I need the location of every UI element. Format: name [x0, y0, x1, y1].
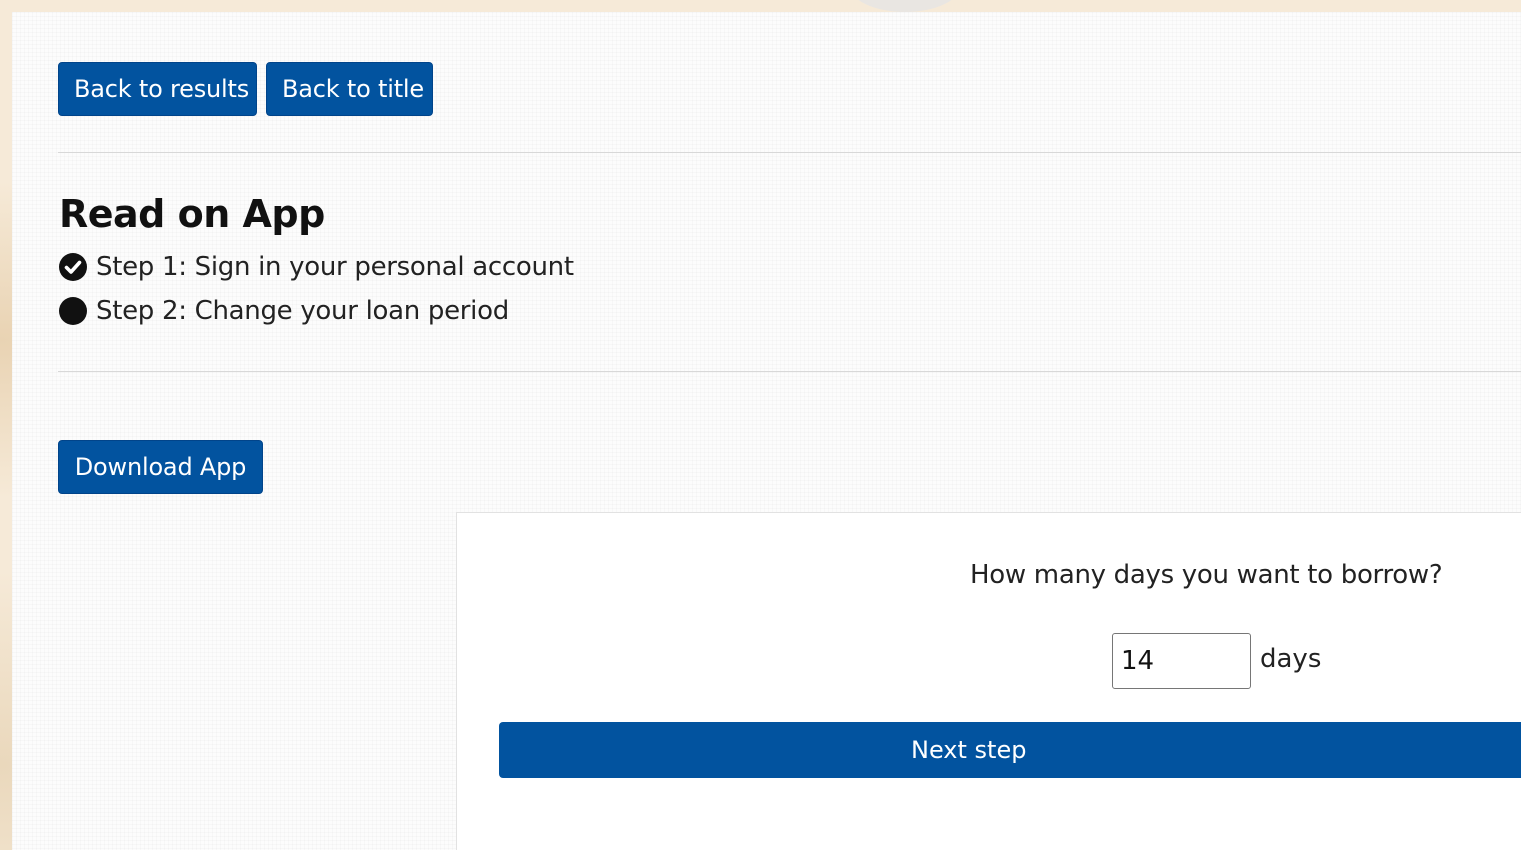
page-title: Read on App — [59, 192, 325, 236]
back-to-title-button[interactable]: Back to title — [266, 62, 433, 116]
divider-top — [58, 152, 1521, 153]
filled-circle-icon — [59, 297, 87, 325]
step-item-1: Step 1: Sign in your personal account — [59, 252, 574, 282]
borrow-days-question: How many days you want to borrow? — [970, 560, 1443, 590]
step-label: Step 1: Sign in your personal account — [96, 252, 574, 282]
step-item-2: Step 2: Change your loan period — [59, 296, 509, 326]
step-label: Step 2: Change your loan period — [96, 296, 509, 326]
content-panel: Back to results Back to title Read on Ap… — [12, 12, 1521, 850]
download-app-button[interactable]: Download App — [58, 440, 263, 494]
days-unit-label: days — [1260, 644, 1322, 674]
check-circle-icon — [59, 253, 87, 281]
back-to-results-button[interactable]: Back to results — [58, 62, 257, 116]
next-step-button[interactable]: Next step — [499, 722, 1521, 778]
borrow-days-input[interactable] — [1112, 633, 1251, 689]
divider-middle — [58, 371, 1521, 372]
